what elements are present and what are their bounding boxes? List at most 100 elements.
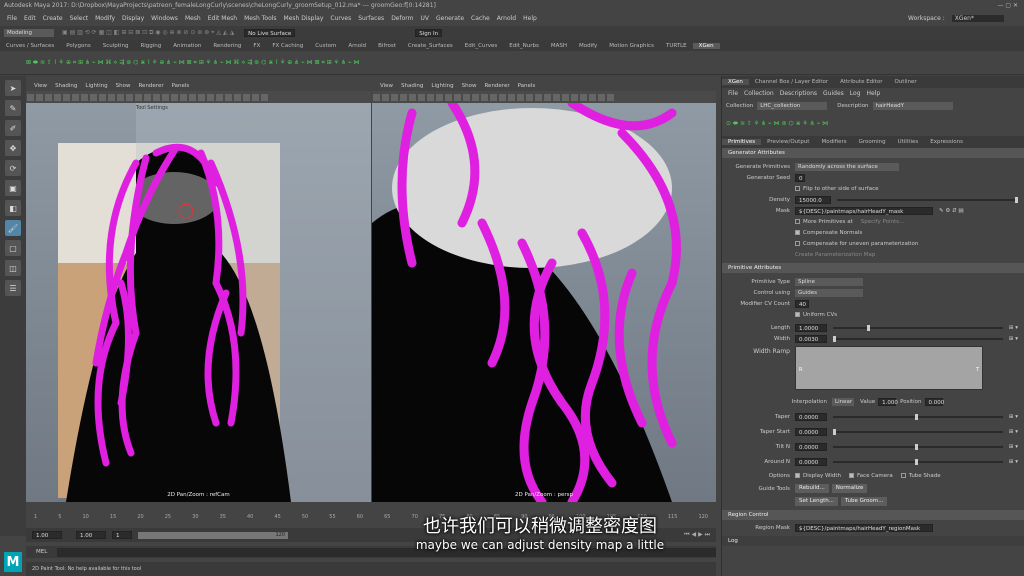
description-select[interactable]: hairHeadY [872, 101, 953, 110]
tab-expressions[interactable]: Expressions [924, 139, 969, 145]
xgen-menu-file[interactable]: File [728, 90, 738, 97]
control-using-select[interactable]: Guides [795, 288, 863, 297]
xgen-tool-icons[interactable]: ⊠ ⬬ ≋ ⇧ ⌇ ⚘ ⊕ ⌗ ⊞ ⋔ ⌁ ⋈ ⌘ ⟡ ⇶ ⊛ ⌬ ⋇ ⌇ ⚘ … [26, 59, 359, 67]
vp-menu-shading[interactable]: Shading [55, 83, 77, 89]
tab-attribute-editor[interactable]: Attribute Editor [834, 79, 888, 85]
mask-field[interactable]: ${DESC}/paintmaps/hairHeadY_mask [795, 206, 933, 215]
more-primitives-checkbox[interactable] [795, 219, 800, 224]
menu-display[interactable]: Display [122, 15, 144, 22]
ramp-position-field[interactable]: 0.000 [924, 397, 944, 406]
menu-surfaces[interactable]: Surfaces [358, 15, 384, 22]
xgen-menu-descriptions[interactable]: Descriptions [780, 90, 817, 97]
menu-file[interactable]: File [7, 15, 17, 22]
xgen-menu-log[interactable]: Log [850, 90, 861, 97]
set-length-button[interactable]: Set Length... [795, 497, 838, 506]
density-slider[interactable] [837, 196, 1018, 203]
menu-deform[interactable]: Deform [391, 15, 413, 22]
face-camera-checkbox[interactable] [849, 473, 855, 478]
layout-single-icon[interactable]: ▢ [5, 240, 21, 256]
menu-create[interactable]: Create [43, 15, 63, 22]
move-tool-icon[interactable]: ✥ [5, 140, 21, 156]
viewport-canvas[interactable]: Tool Settings 2D Pan/Zoom : refCam [26, 103, 371, 502]
tilt-n-slider[interactable] [833, 443, 1003, 450]
length-expression-icon[interactable]: ⊞ ▾ [1009, 325, 1018, 331]
scale-tool-icon[interactable]: ▣ [5, 180, 21, 196]
shelf-tab[interactable]: TURTLE [660, 43, 693, 49]
taper-start-expression-icon[interactable]: ⊞ ▾ [1009, 429, 1018, 435]
taper-slider[interactable] [833, 413, 1003, 420]
length-slider[interactable] [833, 324, 1003, 331]
viewport-canvas[interactable]: 2D Pan/Zoom : persp [372, 98, 716, 502]
sign-in-button[interactable]: Sign In [415, 29, 443, 37]
workspace-select[interactable]: XGen* [951, 14, 1004, 22]
menu-edit[interactable]: Edit [24, 15, 36, 22]
flip-checkbox[interactable] [795, 186, 800, 191]
taper-start-field[interactable]: 0.0000 [795, 427, 827, 436]
taper-field[interactable]: 0.0000 [795, 412, 827, 421]
menu-uv[interactable]: UV [421, 15, 430, 22]
layout-two-icon[interactable]: ◫ [5, 260, 21, 276]
xgen-menu-help[interactable]: Help [867, 90, 881, 97]
compensate-uneven-checkbox[interactable] [795, 241, 800, 246]
viewport-toolbar[interactable] [26, 91, 371, 103]
tool-settings-overlay[interactable]: Tool Settings [136, 105, 168, 111]
range-start-field[interactable]: 1.00 [32, 531, 62, 539]
width-slider[interactable] [833, 335, 1003, 342]
shelf-tab[interactable]: Rendering [207, 43, 247, 49]
vp-menu-lighting[interactable]: Lighting [85, 83, 107, 89]
vp-menu-show[interactable]: Show [116, 83, 131, 89]
density-field[interactable]: 15000.0 [795, 195, 831, 204]
shelf-tab[interactable]: Animation [167, 43, 207, 49]
normalize-button[interactable]: Normalize [831, 484, 868, 493]
shelf-tab[interactable]: FX Caching [266, 43, 309, 49]
menu-arnold[interactable]: Arnold [497, 15, 516, 22]
vp-menu-view[interactable]: View [380, 83, 393, 89]
shelf-tab[interactable]: FX [247, 43, 266, 49]
tab-outliner[interactable]: Outliner [888, 79, 922, 85]
vp-menu-panels[interactable]: Panels [518, 83, 536, 89]
vp-menu-panels[interactable]: Panels [172, 83, 190, 89]
paint-select-icon[interactable]: ✐ [5, 120, 21, 136]
shelf-tab[interactable]: Polygons [60, 43, 96, 49]
modifier-cv-field[interactable]: 40 [795, 299, 809, 308]
primitive-section-header[interactable]: Primitive Attributes [722, 263, 1024, 273]
vp-menu-shading[interactable]: Shading [401, 83, 423, 89]
tube-groom-button[interactable]: Tube Groom... [841, 497, 888, 506]
shelf-tab[interactable]: Edit_Nurbs [503, 43, 545, 49]
tilt-n-expression-icon[interactable]: ⊞ ▾ [1009, 444, 1018, 450]
tab-utilities[interactable]: Utilities [892, 139, 925, 145]
tilt-n-field[interactable]: 0.0000 [795, 442, 827, 451]
shelf-tab[interactable]: MASH [545, 43, 573, 49]
interpolation-select[interactable]: Linear [832, 397, 854, 406]
menu-cache[interactable]: Cache [471, 15, 490, 22]
menu-select[interactable]: Select [70, 15, 89, 22]
uniform-cvs-checkbox[interactable] [795, 312, 800, 317]
region-section-header[interactable]: Region Control [722, 510, 1024, 520]
collection-select[interactable]: LHC_collection [757, 101, 828, 110]
shelf-tab[interactable]: Modify [573, 43, 603, 49]
live-surface-field[interactable]: No Live Surface [244, 29, 296, 37]
shelf-tab[interactable]: Create_Surfaces [402, 43, 459, 49]
range-start2-field[interactable]: 1.00 [76, 531, 106, 539]
generator-section-header[interactable]: Generator Attributes [722, 148, 1024, 158]
menu-modify[interactable]: Modify [95, 15, 115, 22]
vp-menu-show[interactable]: Show [462, 83, 477, 89]
mask-tool-icons[interactable]: ✎ ⚙ ⇵ ▤ [939, 208, 964, 214]
around-n-slider[interactable] [833, 458, 1003, 465]
specify-points-button[interactable]: Specify Points... [861, 219, 905, 225]
menu-help[interactable]: Help [523, 15, 537, 22]
vp-menu-renderer[interactable]: Renderer [138, 83, 163, 89]
create-param-map-button[interactable]: Create Parameterization Map [795, 252, 875, 258]
primitive-type-select[interactable]: Spline [795, 277, 863, 286]
window-controls[interactable]: — ▢ ✕ [997, 2, 1018, 9]
menu-windows[interactable]: Windows [151, 15, 178, 22]
lasso-tool-icon[interactable]: ✎ [5, 100, 21, 116]
display-width-checkbox[interactable] [795, 473, 800, 478]
shelf-tab[interactable]: Rigging [134, 43, 167, 49]
width-ramp-graph[interactable]: R T [795, 346, 983, 390]
ramp-value-field[interactable]: 1.000 [878, 397, 898, 406]
tab-preview-output[interactable]: Preview/Output [761, 139, 815, 145]
menu-generate[interactable]: Generate [436, 15, 464, 22]
width-field[interactable]: 0.0030 [795, 334, 827, 343]
shelf-tab[interactable]: Custom [309, 43, 342, 49]
